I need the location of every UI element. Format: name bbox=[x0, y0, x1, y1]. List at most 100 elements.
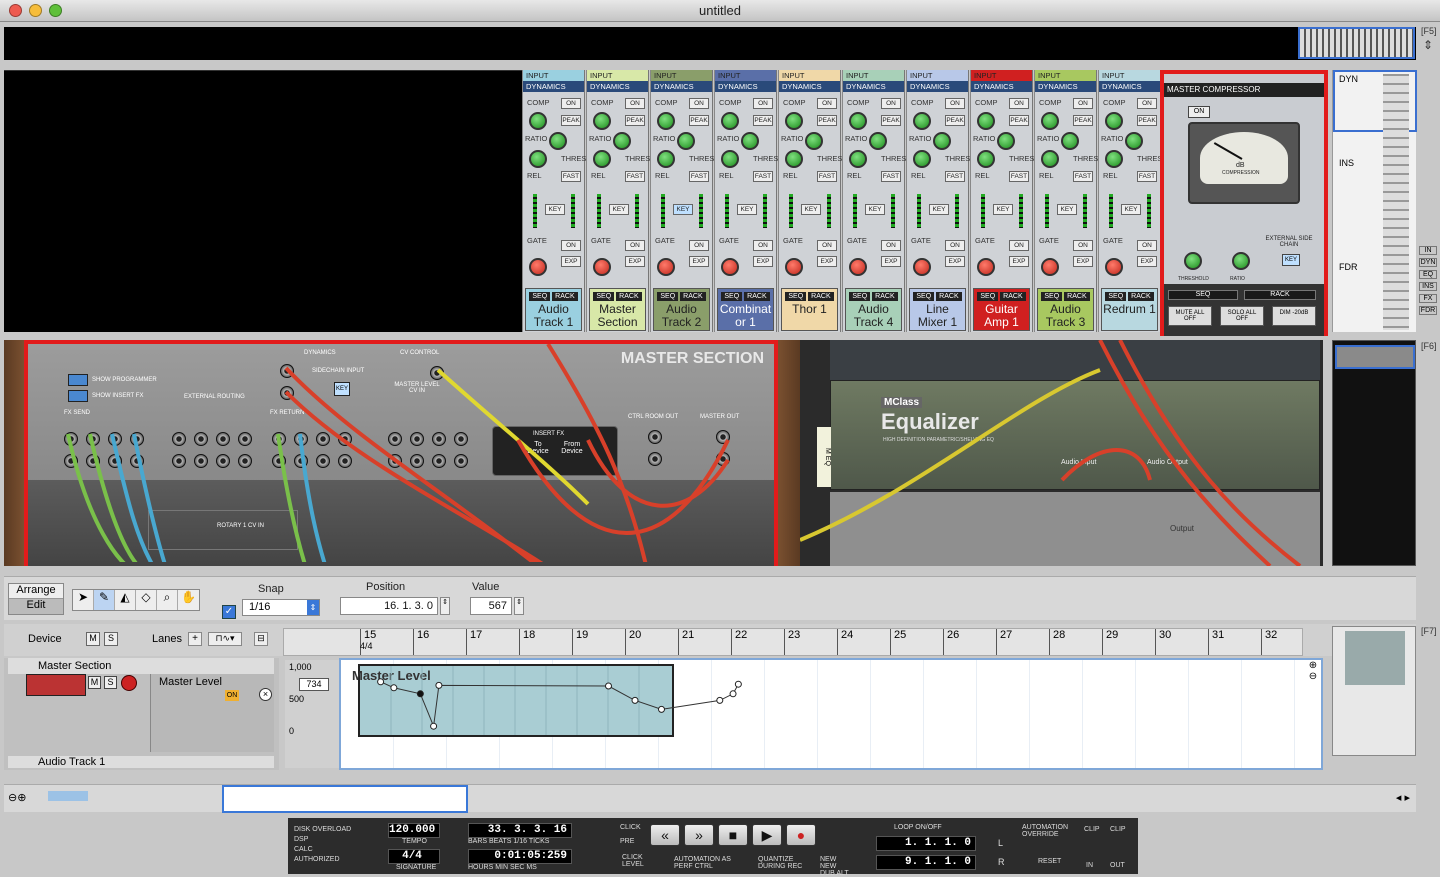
arrange-mode-button[interactable]: Arrange bbox=[9, 584, 63, 599]
left-locator-display[interactable]: 1. 1. 1. 0 bbox=[876, 836, 976, 851]
toggle-fdr[interactable]: FDR bbox=[1419, 306, 1437, 315]
strip-rack-button[interactable]: RACK bbox=[552, 292, 578, 301]
strip-seq-button[interactable]: SEQ bbox=[977, 292, 999, 301]
toggle-dyn[interactable]: DYN bbox=[1419, 258, 1437, 267]
fx-return-jack[interactable] bbox=[454, 454, 468, 468]
peak-button[interactable]: PEAK bbox=[625, 115, 645, 126]
key-button[interactable]: KEY bbox=[673, 204, 693, 215]
pencil-tool-icon[interactable]: ✎ bbox=[94, 590, 115, 610]
keyboard-navigator[interactable] bbox=[1298, 27, 1415, 59]
exp-button[interactable]: EXP bbox=[945, 256, 965, 267]
fx-return-jack[interactable] bbox=[432, 454, 446, 468]
ctrl-room-out-jack-l[interactable] bbox=[648, 430, 662, 444]
comp-on-button[interactable]: ON bbox=[561, 98, 581, 109]
automation-curve[interactable] bbox=[360, 666, 742, 735]
peak-button[interactable]: PEAK bbox=[689, 115, 709, 126]
edit-mode-button[interactable]: Edit bbox=[9, 599, 63, 614]
ratio-knob[interactable] bbox=[933, 132, 951, 150]
fx-return-jack[interactable] bbox=[410, 454, 424, 468]
strip-seq-button[interactable]: SEQ bbox=[721, 292, 743, 301]
toggle-fx[interactable]: FX bbox=[1419, 294, 1437, 303]
peak-button[interactable]: PEAK bbox=[753, 115, 773, 126]
master-out-jack-l[interactable] bbox=[716, 430, 730, 444]
song-position-display[interactable]: 33. 3. 3. 16 bbox=[468, 823, 572, 838]
automation-point[interactable] bbox=[734, 680, 742, 688]
gate-threshold-knob[interactable] bbox=[785, 258, 803, 276]
exp-button[interactable]: EXP bbox=[817, 256, 837, 267]
magnify-tool-icon[interactable]: ⌕ bbox=[157, 590, 178, 610]
gate-on-button[interactable]: ON bbox=[753, 240, 773, 251]
delete-lane-icon[interactable]: × bbox=[259, 688, 272, 701]
zoom-out-song-icon[interactable]: ⊖⊕ bbox=[8, 791, 26, 804]
record-enable-button[interactable] bbox=[121, 675, 137, 691]
strip-seq-button[interactable]: SEQ bbox=[657, 292, 679, 301]
strip-rack-button[interactable]: RACK bbox=[808, 292, 834, 301]
lane-type-button[interactable]: ⊓∿▾ bbox=[208, 632, 242, 646]
track-solo-button[interactable]: S bbox=[104, 676, 117, 689]
release-knob[interactable] bbox=[913, 150, 931, 168]
reset-label[interactable]: RESET bbox=[1038, 858, 1061, 865]
toggle-eq[interactable]: EQ bbox=[1419, 270, 1437, 279]
fx-return-jack[interactable] bbox=[316, 454, 330, 468]
automation-point[interactable] bbox=[435, 681, 443, 689]
release-knob[interactable] bbox=[1105, 150, 1123, 168]
toggle-ins[interactable]: INS bbox=[1419, 282, 1437, 291]
ratio-knob[interactable] bbox=[549, 132, 567, 150]
peak-button[interactable]: PEAK bbox=[881, 115, 901, 126]
strip-seq-button[interactable]: SEQ bbox=[1041, 292, 1063, 301]
comp-threshold-knob[interactable] bbox=[849, 112, 867, 130]
strip-name[interactable]: Audio Track 2 bbox=[654, 303, 709, 329]
fx-return-jack[interactable] bbox=[432, 432, 446, 446]
gate-on-button[interactable]: ON bbox=[1073, 240, 1093, 251]
fx-return-jack[interactable] bbox=[388, 432, 402, 446]
ratio-knob[interactable] bbox=[1061, 132, 1079, 150]
fast-button[interactable]: FAST bbox=[625, 171, 645, 182]
fx-return-jack[interactable] bbox=[454, 432, 468, 446]
record-button[interactable]: ● bbox=[786, 824, 816, 846]
strip-rack-button[interactable]: RACK bbox=[936, 292, 962, 301]
add-lane-button[interactable]: + bbox=[188, 632, 202, 646]
fast-button[interactable]: FAST bbox=[945, 171, 965, 182]
fast-button[interactable]: FAST bbox=[1137, 171, 1157, 182]
strip-rack-button[interactable]: RACK bbox=[1128, 292, 1154, 301]
fx-send-jack[interactable] bbox=[64, 454, 78, 468]
key-button[interactable]: KEY bbox=[737, 204, 757, 215]
fx-send-jack[interactable] bbox=[108, 454, 122, 468]
strip-name[interactable]: Redrum 1 bbox=[1102, 303, 1157, 316]
value-stepper[interactable]: ⇕ bbox=[514, 597, 524, 615]
automation-point[interactable] bbox=[631, 696, 639, 704]
strip-rack-button[interactable]: RACK bbox=[1064, 292, 1090, 301]
exp-button[interactable]: EXP bbox=[753, 256, 773, 267]
automation-point[interactable] bbox=[716, 696, 724, 704]
comp-on-button[interactable]: ON bbox=[945, 98, 965, 109]
exp-button[interactable]: EXP bbox=[881, 256, 901, 267]
gate-on-button[interactable]: ON bbox=[881, 240, 901, 251]
left-locator-label[interactable]: L bbox=[998, 838, 1003, 848]
gate-on-button[interactable]: ON bbox=[945, 240, 965, 251]
gate-threshold-knob[interactable] bbox=[657, 258, 675, 276]
gate-threshold-knob[interactable] bbox=[1041, 258, 1059, 276]
automation-point[interactable] bbox=[729, 690, 737, 698]
automation-point[interactable] bbox=[430, 722, 438, 730]
strip-rack-button[interactable]: RACK bbox=[680, 292, 706, 301]
ratio-knob[interactable] bbox=[677, 132, 695, 150]
sidechain-jack-r[interactable] bbox=[280, 386, 294, 400]
strip-seq-button[interactable]: SEQ bbox=[1105, 292, 1127, 301]
selection-tool-icon[interactable]: ➤ bbox=[73, 590, 94, 610]
right-locator-label[interactable]: R bbox=[998, 857, 1005, 867]
strip-name[interactable]: Guitar Amp 1 bbox=[974, 303, 1029, 329]
fx-send-jack[interactable] bbox=[108, 432, 122, 446]
comp-threshold-knob[interactable] bbox=[721, 112, 739, 130]
scroll-arrows-icon[interactable]: ◂ ▸ bbox=[1396, 791, 1410, 804]
peak-button[interactable]: PEAK bbox=[817, 115, 837, 126]
comp-on-button[interactable]: ON bbox=[1073, 98, 1093, 109]
fx-send-jack[interactable] bbox=[216, 432, 230, 446]
mute-all-off-button[interactable]: MUTE ALL OFF bbox=[1168, 306, 1212, 326]
mute-all-header-button[interactable]: M bbox=[86, 632, 100, 646]
song-scroll-thumb[interactable] bbox=[222, 785, 468, 813]
mixer-navigator[interactable]: DYN INS FDR bbox=[1332, 70, 1417, 332]
gate-on-button[interactable]: ON bbox=[817, 240, 837, 251]
peak-button[interactable]: PEAK bbox=[1009, 115, 1029, 126]
time-display[interactable]: 0:01:05:259 bbox=[468, 849, 572, 864]
ratio-knob[interactable] bbox=[805, 132, 823, 150]
